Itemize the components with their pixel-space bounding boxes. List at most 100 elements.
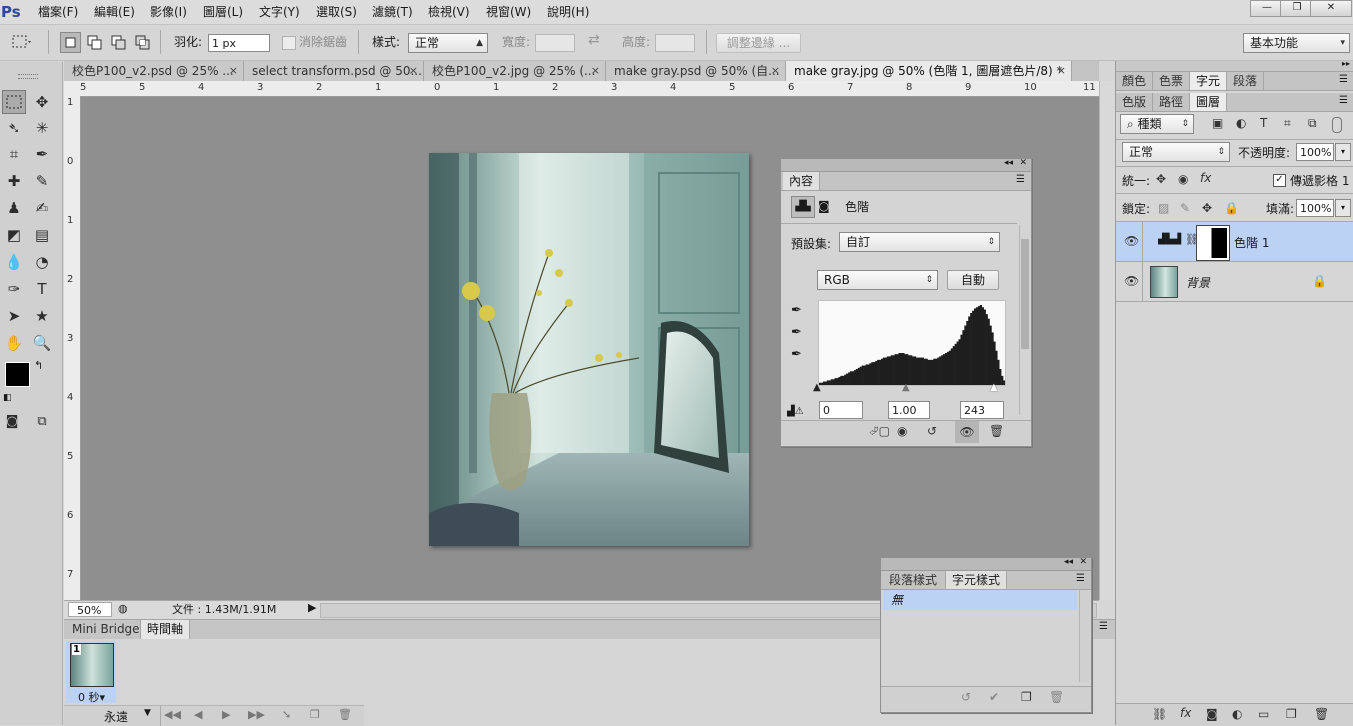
input-black-field[interactable]: 0	[819, 401, 863, 419]
hand-tool-icon[interactable]: ✋	[2, 331, 26, 355]
input-gamma-field[interactable]: 1.00	[888, 401, 930, 419]
new-style-icon[interactable]: ❐	[1021, 690, 1032, 704]
fill-dropdown-icon[interactable]: ▾	[1335, 199, 1351, 217]
close-tab-icon[interactable]: ×	[771, 61, 780, 81]
status-info-icon[interactable]: ◍	[118, 602, 128, 615]
doc-tab[interactable]: select transform.psd @ 50... ×	[244, 61, 424, 81]
collapse-icon[interactable]: ◂◂	[1004, 158, 1013, 168]
filter-adjustment-icon[interactable]: ◐	[1236, 116, 1246, 130]
tab-character-styles[interactable]: 字元樣式	[945, 571, 1008, 589]
panel-menu-icon[interactable]: ☰	[1076, 573, 1085, 584]
subtract-from-selection-icon[interactable]	[108, 32, 129, 53]
menu-window[interactable]: 視窗(W)	[486, 4, 531, 20]
type-tool-icon[interactable]: T	[30, 277, 54, 301]
layer-row-background[interactable]: 👁 背景 🔒	[1116, 262, 1353, 302]
layer-visibility-eye-icon[interactable]: 👁	[1124, 234, 1139, 248]
lock-pixels-icon[interactable]: ✎	[1180, 201, 1190, 215]
white-point-slider[interactable]: ▲	[990, 382, 998, 393]
default-colors-icon[interactable]: ◧	[3, 393, 12, 403]
canvas-vertical-scrollbar[interactable]	[1099, 81, 1115, 600]
layer-thumbnail[interactable]	[1150, 266, 1178, 298]
close-window-button[interactable]: ✕	[1310, 0, 1352, 17]
new-adjustment-layer-icon[interactable]: ◐	[1232, 707, 1242, 721]
workspace-select[interactable]: 基本功能 ▾	[1243, 33, 1350, 53]
new-group-icon[interactable]: ▭	[1258, 707, 1269, 721]
panel-header[interactable]: ◂◂ ✕	[881, 557, 1091, 571]
next-frame-icon[interactable]: ▶▶	[248, 708, 265, 721]
duplicate-frame-icon[interactable]: ❐	[310, 708, 320, 721]
midtone-slider[interactable]: ▲	[902, 382, 910, 393]
collapse-dock-icon[interactable]: ▸▸	[1342, 59, 1350, 68]
add-to-selection-icon[interactable]	[84, 32, 105, 53]
marquee-tool-icon[interactable]	[2, 90, 26, 114]
style-item-none[interactable]: 無	[883, 590, 1077, 610]
loop-dropdown-icon[interactable]: ▼	[144, 708, 151, 718]
brush-tool-icon[interactable]: ✎	[30, 169, 54, 193]
close-tab-icon[interactable]: ×	[229, 61, 238, 81]
delete-adjustment-icon[interactable]: 🗑	[989, 424, 1004, 438]
history-brush-tool-icon[interactable]: ✍	[30, 196, 54, 220]
black-point-slider[interactable]: ▲	[813, 382, 821, 393]
tab-mini-bridge[interactable]: Mini Bridge	[66, 620, 146, 639]
toolbar-grip[interactable]	[18, 74, 38, 79]
antialias-checkbox[interactable]	[282, 36, 296, 50]
menu-help[interactable]: 說明(H)	[547, 4, 589, 20]
lock-transparent-icon[interactable]: ▨	[1158, 201, 1169, 215]
doc-tab[interactable]: make gray.psd @ 50% (自... ×	[606, 61, 786, 81]
screen-mode-icon[interactable]: ⧉	[30, 410, 54, 434]
height-input[interactable]	[655, 34, 695, 52]
blur-tool-icon[interactable]: 💧	[2, 250, 26, 274]
gray-eyedropper-icon[interactable]: ✒	[791, 325, 802, 340]
frame-delay[interactable]: 0 秒▾	[78, 689, 105, 705]
styles-scrollbar[interactable]	[1079, 590, 1090, 682]
layer-mask-thumbnail[interactable]	[1196, 225, 1230, 261]
foreground-color-swatch[interactable]	[5, 362, 30, 387]
doc-tab[interactable]: 校色P100_v2.psd @ 25% ... ×	[64, 61, 244, 81]
tab-channels[interactable]: 色版	[1116, 93, 1154, 111]
zoom-level-field[interactable]: 50%	[68, 602, 112, 617]
close-tab-icon[interactable]: ×	[591, 61, 600, 81]
move-tool-icon[interactable]: ✥	[30, 90, 54, 114]
commit-icon[interactable]: ✔	[989, 690, 999, 704]
new-selection-icon[interactable]	[60, 32, 81, 53]
black-eyedropper-icon[interactable]: ✒	[791, 303, 802, 318]
dock-header[interactable]: ▸▸	[1116, 59, 1353, 72]
fill-input[interactable]: 100%	[1296, 199, 1334, 217]
tab-layers[interactable]: 圖層	[1190, 93, 1228, 111]
dodge-tool-icon[interactable]: ◔	[30, 250, 54, 274]
panel-menu-icon[interactable]: ☰	[1016, 174, 1025, 185]
close-tab-icon[interactable]: ×	[1057, 61, 1066, 81]
filter-shape-icon[interactable]: ⌗	[1284, 116, 1291, 131]
menu-file[interactable]: 檔案(F)	[38, 4, 78, 20]
width-input[interactable]	[535, 34, 575, 52]
link-layers-icon[interactable]: ⛓	[1152, 707, 1167, 721]
quick-mask-icon[interactable]: ◙	[0, 410, 24, 434]
doc-tab[interactable]: 校色P100_v2.jpg @ 25% (... ×	[424, 61, 606, 81]
delete-frame-icon[interactable]: 🗑	[338, 708, 352, 721]
style-select[interactable]: 正常 ▲	[408, 33, 488, 53]
filter-pixel-icon[interactable]: ▣	[1212, 116, 1223, 130]
delete-style-icon[interactable]: 🗑	[1049, 690, 1064, 704]
unify-style-icon[interactable]: fx	[1200, 171, 1211, 185]
swap-width-height-icon[interactable]: ⇄	[588, 32, 600, 48]
tab-paragraph[interactable]: 段落	[1227, 72, 1265, 90]
clear-override-icon[interactable]: ↺	[961, 690, 971, 704]
path-selection-tool-icon[interactable]: ➤	[2, 304, 26, 328]
levels-adjustment-icon[interactable]: ▟▙	[791, 196, 815, 218]
new-layer-icon[interactable]: ❐	[1286, 707, 1297, 721]
layer-name[interactable]: 色階 1	[1234, 234, 1269, 251]
crop-tool-icon[interactable]: ⌗	[2, 142, 26, 166]
menu-view[interactable]: 檢視(V)	[428, 4, 470, 20]
tab-timeline[interactable]: 時間軸	[140, 620, 191, 639]
minimize-button[interactable]: —	[1250, 0, 1284, 17]
panel-menu-icon[interactable]: ☰	[1339, 74, 1348, 85]
menu-type[interactable]: 文字(Y)	[259, 4, 300, 20]
status-menu-arrow-icon[interactable]: ▶	[308, 601, 316, 614]
panel-menu-icon[interactable]: ☰	[1099, 621, 1108, 632]
tab-paths[interactable]: 路徑	[1153, 93, 1191, 111]
properties-scrollbar[interactable]	[1019, 225, 1030, 415]
zoom-tool-icon[interactable]: 🔍	[30, 331, 54, 355]
panel-header[interactable]: ◂◂ ✕	[781, 158, 1031, 172]
input-white-field[interactable]: 243	[960, 401, 1004, 419]
loop-select[interactable]: 永遠	[104, 708, 128, 725]
